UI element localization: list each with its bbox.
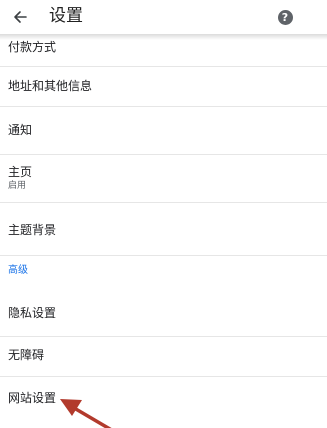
settings-item-label: 通知	[8, 123, 33, 137]
settings-item-label: 付款方式	[8, 40, 57, 54]
settings-item-theme[interactable]: 主题背景	[0, 203, 327, 255]
settings-item-label: 无障碍	[8, 348, 45, 362]
settings-item-label: 隐私设置	[8, 306, 57, 320]
annotation-arrow-icon	[60, 399, 112, 428]
arrow-left-icon	[14, 11, 27, 23]
settings-item-label: 网站设置	[8, 391, 57, 405]
settings-item-notifications[interactable]: 通知	[0, 107, 327, 154]
help-button[interactable]: ?	[273, 5, 297, 29]
settings-item-site-settings[interactable]: 网站设置	[0, 377, 327, 428]
settings-screen: 设置 ? 付款方式 地址和其他信息 通知 主页 启用 主题背景 高级 隐私设置 …	[0, 0, 327, 428]
settings-item-status: 启用	[8, 181, 27, 191]
page-title: 设置	[49, 6, 83, 26]
divider	[0, 255, 327, 256]
back-button[interactable]	[6, 3, 34, 31]
app-bar-shadow	[0, 34, 327, 40]
annotation-arrow-head	[60, 399, 82, 416]
settings-item-label: 主页	[8, 165, 33, 179]
settings-item-accessibility[interactable]: 无障碍	[0, 337, 327, 376]
settings-item-label: 地址和其他信息	[8, 79, 93, 93]
settings-item-label: 主题背景	[8, 223, 57, 237]
settings-item-homepage[interactable]: 主页 启用	[0, 155, 327, 202]
settings-item-addresses[interactable]: 地址和其他信息	[0, 67, 327, 106]
section-header-advanced: 高级	[8, 265, 28, 276]
app-bar: 设置 ?	[0, 0, 327, 34]
help-circle-icon: ?	[277, 9, 293, 25]
settings-item-privacy[interactable]: 隐私设置	[0, 290, 327, 336]
